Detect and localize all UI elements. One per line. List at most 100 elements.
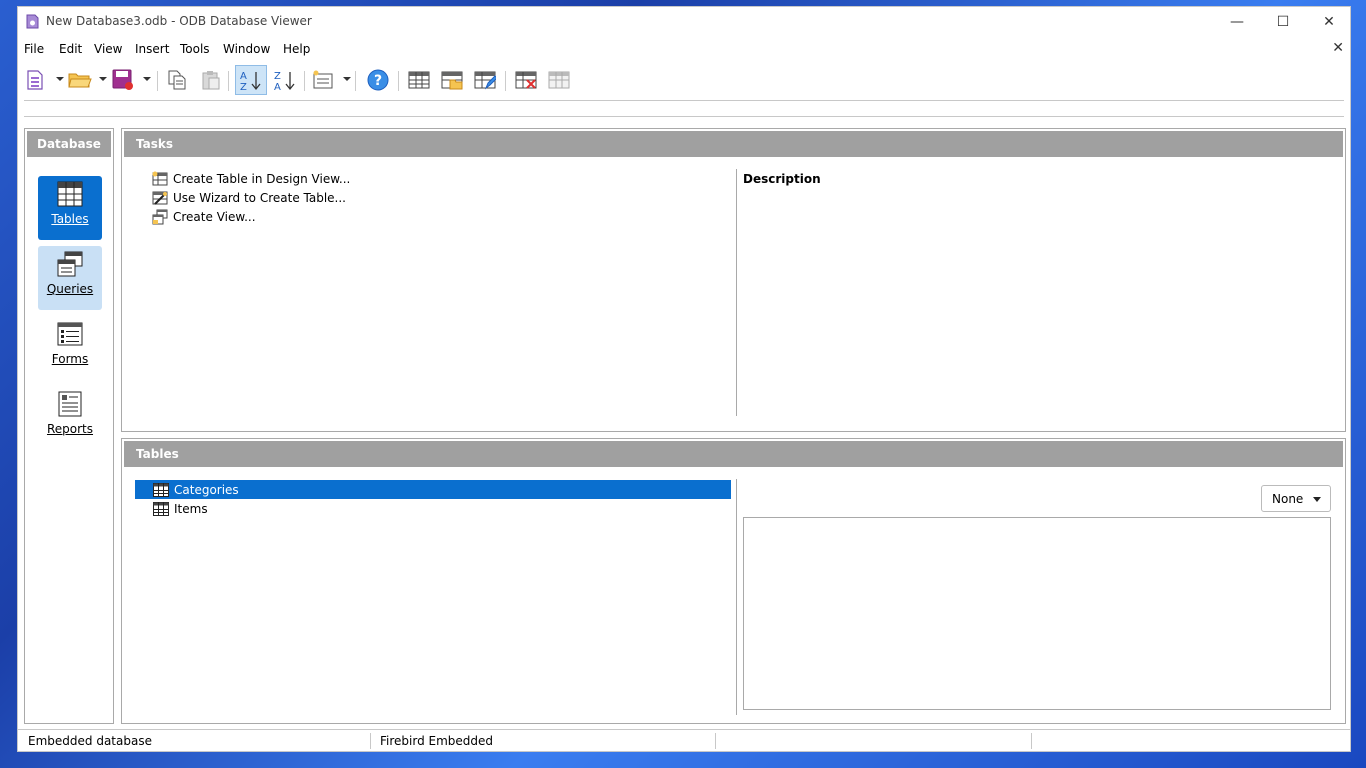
table-button[interactable]: [406, 65, 432, 95]
table-edit-button[interactable]: [472, 65, 498, 95]
task-table-wizard[interactable]: Use Wizard to Create Table...: [152, 189, 346, 207]
tables-panel: Tables Categories Items None: [121, 438, 1346, 724]
svg-text:A: A: [240, 71, 247, 82]
description-label: Description: [743, 172, 821, 186]
table-row-categories[interactable]: Categories: [135, 480, 731, 499]
chevron-down-icon: [1313, 497, 1321, 502]
menu-window[interactable]: Window: [223, 42, 270, 56]
table-design-icon: [152, 171, 168, 186]
save-icon: [112, 69, 133, 90]
tables-header: Tables: [124, 441, 1343, 467]
table-open-icon: [441, 71, 463, 90]
status-bar: Embedded database Firebird Embedded: [18, 729, 1350, 751]
status-database-type: Embedded database: [28, 734, 152, 748]
table-wizard-icon: [152, 191, 168, 205]
menu-view[interactable]: View: [94, 42, 122, 56]
table-row-label: Categories: [174, 482, 239, 497]
sidebar-item-label: Reports: [46, 422, 94, 436]
table-rename-button[interactable]: [546, 65, 572, 95]
table-icon: [153, 482, 169, 497]
status-engine: Firebird Embedded: [380, 734, 494, 748]
tables-icon: [57, 181, 83, 207]
queries-icon: [57, 251, 83, 277]
minimize-button[interactable]: —: [1214, 7, 1260, 37]
reports-icon: [58, 391, 82, 417]
open-button[interactable]: [66, 65, 94, 95]
help-button[interactable]: ?: [364, 65, 392, 95]
table-delete-button[interactable]: [513, 65, 539, 95]
create-view-icon: [152, 209, 168, 225]
task-label: Create Table in Design View...: [173, 172, 351, 186]
status-separator: [370, 733, 371, 749]
new-document-icon: [27, 70, 43, 90]
close-document-button[interactable]: ✕: [1332, 40, 1344, 56]
toolbar-separator: [505, 71, 506, 91]
sidebar-header: Database: [27, 131, 111, 157]
tasks-header: Tasks: [124, 131, 1343, 157]
preview-mode-value: None: [1272, 492, 1304, 506]
sort-ascending-icon: A Z: [240, 71, 261, 91]
help-icon: ?: [367, 69, 389, 91]
menu-bar: File Edit View Insert Tools Window Help …: [18, 39, 1350, 59]
sidebar-item-forms[interactable]: Forms: [38, 316, 102, 380]
save-dropdown-arrow[interactable]: [143, 77, 151, 81]
toolbar-separator: [304, 71, 305, 91]
save-button[interactable]: [111, 65, 135, 95]
open-dropdown-arrow[interactable]: [99, 77, 107, 81]
menu-tools[interactable]: Tools: [180, 42, 210, 56]
tasks-panel: Tasks Create Table in Design View... Use…: [121, 128, 1346, 432]
database-sidebar: Database Tables Queries Forms Reports: [24, 128, 114, 724]
table-delete-icon: [515, 71, 537, 89]
status-separator: [1031, 733, 1032, 749]
svg-text:Z: Z: [240, 82, 247, 91]
toolbar-divider: [24, 116, 1344, 117]
sidebar-item-label: Forms: [51, 352, 89, 366]
toolbar-divider: [24, 100, 1344, 101]
new-dropdown-arrow[interactable]: [56, 77, 64, 81]
table-row-items[interactable]: Items: [135, 499, 731, 518]
menu-edit[interactable]: Edit: [59, 42, 82, 56]
table-open-button[interactable]: [439, 65, 465, 95]
svg-text:Z: Z: [274, 71, 281, 82]
menu-insert[interactable]: Insert: [135, 42, 169, 56]
paste-icon: [202, 71, 220, 90]
svg-text:A: A: [274, 82, 281, 91]
form-icon: [313, 70, 333, 89]
sort-ascending-button[interactable]: A Z: [235, 65, 267, 95]
toolbar-separator: [228, 71, 229, 91]
form-dropdown-arrow[interactable]: [343, 77, 351, 81]
form-new-button[interactable]: [310, 65, 336, 95]
forms-icon: [57, 322, 83, 346]
table-row-label: Items: [174, 501, 208, 516]
sidebar-item-tables[interactable]: Tables: [38, 176, 102, 240]
window-title: New Database3.odb - ODB Database Viewer: [46, 14, 312, 28]
status-separator: [715, 733, 716, 749]
menu-file[interactable]: File: [24, 42, 44, 56]
preview-mode-select[interactable]: None: [1261, 485, 1331, 512]
sidebar-item-label: Queries: [46, 282, 94, 296]
table-rename-icon: [548, 71, 570, 89]
svg-text:?: ?: [374, 73, 382, 89]
table-icon: [153, 501, 169, 516]
new-database-button[interactable]: [23, 65, 47, 95]
paste-button[interactable]: [199, 65, 223, 95]
task-create-view[interactable]: Create View...: [152, 208, 256, 226]
sidebar-item-queries[interactable]: Queries: [38, 246, 102, 310]
toolbar-separator: [157, 71, 158, 91]
maximize-button[interactable]: ☐: [1260, 7, 1306, 37]
base-app-icon: [26, 14, 39, 29]
menu-help[interactable]: Help: [283, 42, 310, 56]
folder-open-icon: [68, 73, 92, 88]
sidebar-item-label: Tables: [51, 212, 89, 226]
tables-divider: [736, 479, 737, 715]
sort-descending-button[interactable]: Z A: [271, 65, 299, 95]
table-icon: [408, 71, 430, 89]
task-create-table-design[interactable]: Create Table in Design View...: [152, 170, 350, 188]
close-button[interactable]: ✕: [1306, 7, 1352, 37]
toolbar-separator: [355, 71, 356, 91]
task-label: Use Wizard to Create Table...: [173, 191, 346, 205]
sidebar-item-reports[interactable]: Reports: [38, 386, 102, 450]
standard-toolbar: A Z Z A ?: [18, 65, 1350, 97]
task-label: Create View...: [173, 210, 256, 224]
copy-button[interactable]: [165, 65, 189, 95]
